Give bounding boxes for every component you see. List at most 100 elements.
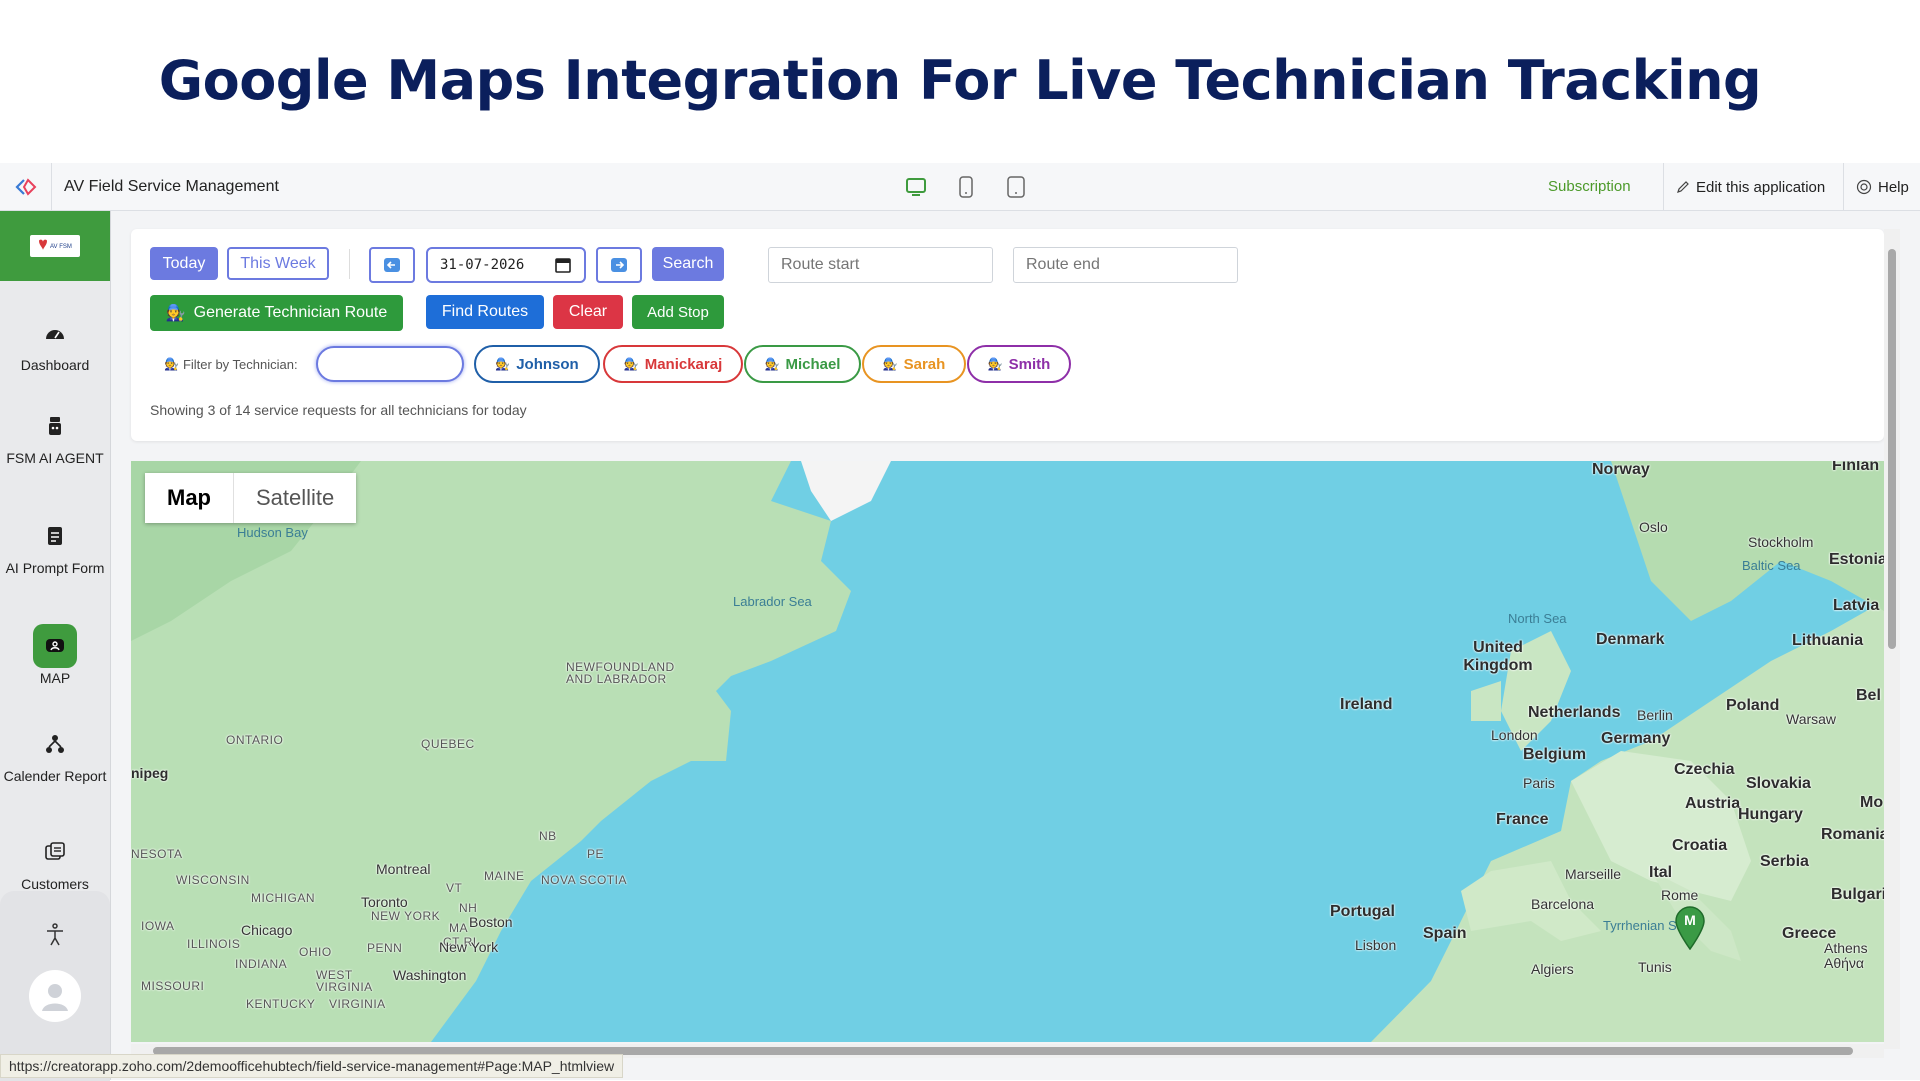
map-label: Tunis	[1638, 959, 1672, 975]
previous-day-button[interactable]	[369, 247, 415, 283]
map-label: QUEBEC	[421, 737, 475, 751]
accessibility-icon[interactable]	[43, 923, 67, 947]
map-label: WISCONSIN	[176, 873, 250, 887]
technician-chip-label: Michael	[785, 355, 841, 373]
find-routes-button[interactable]: Find Routes	[426, 295, 544, 329]
svg-text:AV FSM: AV FSM	[50, 244, 72, 250]
map-label: IOWA	[141, 919, 175, 933]
device-switcher	[905, 175, 1027, 199]
pencil-icon	[1677, 181, 1689, 193]
generate-route-label: Generate Technician Route	[193, 304, 388, 321]
results-status: Showing 3 of 14 service requests for all…	[150, 402, 527, 418]
map-label: OHIO	[299, 945, 332, 959]
map-label: North Sea	[1508, 611, 1567, 626]
sidebar-label: FSM AI AGENT	[6, 450, 104, 466]
technician-chip-michael[interactable]: 🧑‍🔧 Michael	[744, 345, 861, 383]
clear-button[interactable]: Clear	[553, 295, 623, 329]
banner: Google Maps Integration For Live Technic…	[0, 0, 1920, 160]
map-label: Stockholm	[1748, 534, 1814, 550]
sidebar-item-ai-prompt-form[interactable]: AI Prompt Form	[0, 514, 110, 577]
controls-panel: Today This Week Search 🧑‍🔧 Generate Tech…	[131, 229, 1884, 441]
map-label: NOVA SCOTIA	[541, 873, 627, 887]
map-view[interactable]: Map Satellite Hudson Bay Labrador Sea NE…	[131, 461, 1884, 1042]
map-label: Romania	[1821, 826, 1884, 843]
edit-application-button[interactable]: Edit this application	[1663, 163, 1825, 211]
map-label: Oslo	[1639, 519, 1668, 535]
map-label: Montreal	[376, 861, 431, 877]
map-label: Labrador Sea	[733, 594, 812, 609]
map-type-control: Map Satellite	[145, 473, 357, 523]
tree-icon	[33, 722, 77, 766]
map-tab[interactable]: Map	[145, 473, 234, 523]
subscription-link[interactable]: Subscription	[1548, 178, 1631, 195]
tablet-icon[interactable]	[955, 175, 977, 199]
map-label: Austria	[1685, 795, 1741, 812]
help-button[interactable]: Help	[1843, 163, 1909, 211]
technician-icon: 🧑‍🔧	[987, 357, 1003, 371]
technician-chip-label: Johnson	[516, 355, 579, 373]
route-start-input[interactable]	[768, 247, 993, 283]
sidebar-label: AI Prompt Form	[5, 560, 105, 576]
map-label: Ital	[1649, 864, 1673, 881]
technician-chip-manickaraj[interactable]: 🧑‍🔧 Manickaraj	[603, 345, 743, 383]
technician-icon: 🧑‍🔧	[882, 357, 898, 371]
banner-title: Google Maps Integration For Live Technic…	[158, 48, 1762, 112]
divider	[349, 249, 350, 279]
scrollbar-thumb[interactable]	[1888, 249, 1896, 649]
map-label: VIRGINIA	[329, 997, 386, 1011]
map-label: Toronto	[361, 894, 408, 910]
sidebar-item-fsm-ai-agent[interactable]: FSM AI AGENT	[0, 404, 110, 467]
map-label: Serbia	[1760, 853, 1809, 870]
form-icon	[33, 514, 77, 558]
calendar-icon[interactable]	[555, 257, 571, 273]
robot-icon	[33, 404, 77, 448]
creator-logo-icon[interactable]	[0, 162, 52, 211]
customers-icon	[33, 830, 77, 874]
technician-icon: 🧑‍🔧	[165, 305, 186, 322]
map-label: PE	[587, 847, 605, 861]
technician-chip-label: Smith	[1008, 355, 1051, 373]
route-end-input[interactable]	[1013, 247, 1238, 283]
technician-chip-label: Manickaraj	[644, 355, 723, 373]
map-label: PENN	[367, 941, 403, 955]
desktop-icon[interactable]	[905, 175, 927, 199]
map-label: Hudson Bay	[237, 525, 308, 540]
sidebar-item-map[interactable]: MAP	[0, 624, 110, 687]
technician-filter-input[interactable]	[316, 346, 464, 382]
sidebar-item-calender-report[interactable]: Calender Report	[0, 722, 110, 785]
arrow-right-icon	[611, 258, 627, 272]
this-week-button[interactable]: This Week	[227, 247, 329, 280]
technician-chip-sarah[interactable]: 🧑‍🔧 Sarah	[862, 345, 966, 383]
sidebar-item-dashboard[interactable]: Dashboard	[0, 311, 110, 374]
vertical-scrollbar[interactable]	[1884, 229, 1900, 1049]
sidebar-label: Customers	[21, 876, 89, 892]
lifebuoy-icon	[1856, 179, 1872, 195]
sidebar-label: MAP	[39, 670, 71, 686]
search-button[interactable]: Search	[652, 247, 724, 281]
map-label: Chicago	[241, 922, 293, 938]
generate-route-button[interactable]: 🧑‍🔧 Generate Technician Route	[150, 295, 403, 331]
map-label: NESOTA	[131, 847, 183, 861]
satellite-tab[interactable]: Satellite	[234, 473, 356, 523]
arrow-left-icon	[384, 258, 400, 272]
map-label: Washington	[393, 967, 467, 983]
mobile-icon[interactable]	[1005, 175, 1027, 199]
avatar[interactable]	[29, 970, 81, 1022]
map-label: nipeg	[131, 765, 169, 781]
technician-icon: 🧑‍🔧	[764, 357, 780, 371]
map-label: Germany	[1601, 730, 1671, 747]
map-label: Spain	[1423, 925, 1467, 942]
map-label: NB	[539, 829, 557, 843]
technician-chip-smith[interactable]: 🧑‍🔧 Smith	[967, 345, 1071, 383]
map-label: Mo	[1860, 794, 1884, 811]
map-label: NEW YORK	[371, 909, 441, 923]
technician-marker[interactable]: M	[1674, 906, 1706, 951]
map-label: Portugal	[1330, 903, 1395, 920]
sidebar-item-customers[interactable]: Customers	[0, 830, 110, 893]
company-logo[interactable]: AV FSM	[0, 211, 110, 281]
map-label: Denmark	[1596, 631, 1665, 648]
today-button[interactable]: Today	[150, 247, 218, 280]
technician-chip-johnson[interactable]: 🧑‍🔧 Johnson	[474, 345, 600, 383]
next-day-button[interactable]	[596, 247, 642, 283]
add-stop-button[interactable]: Add Stop	[632, 295, 724, 329]
